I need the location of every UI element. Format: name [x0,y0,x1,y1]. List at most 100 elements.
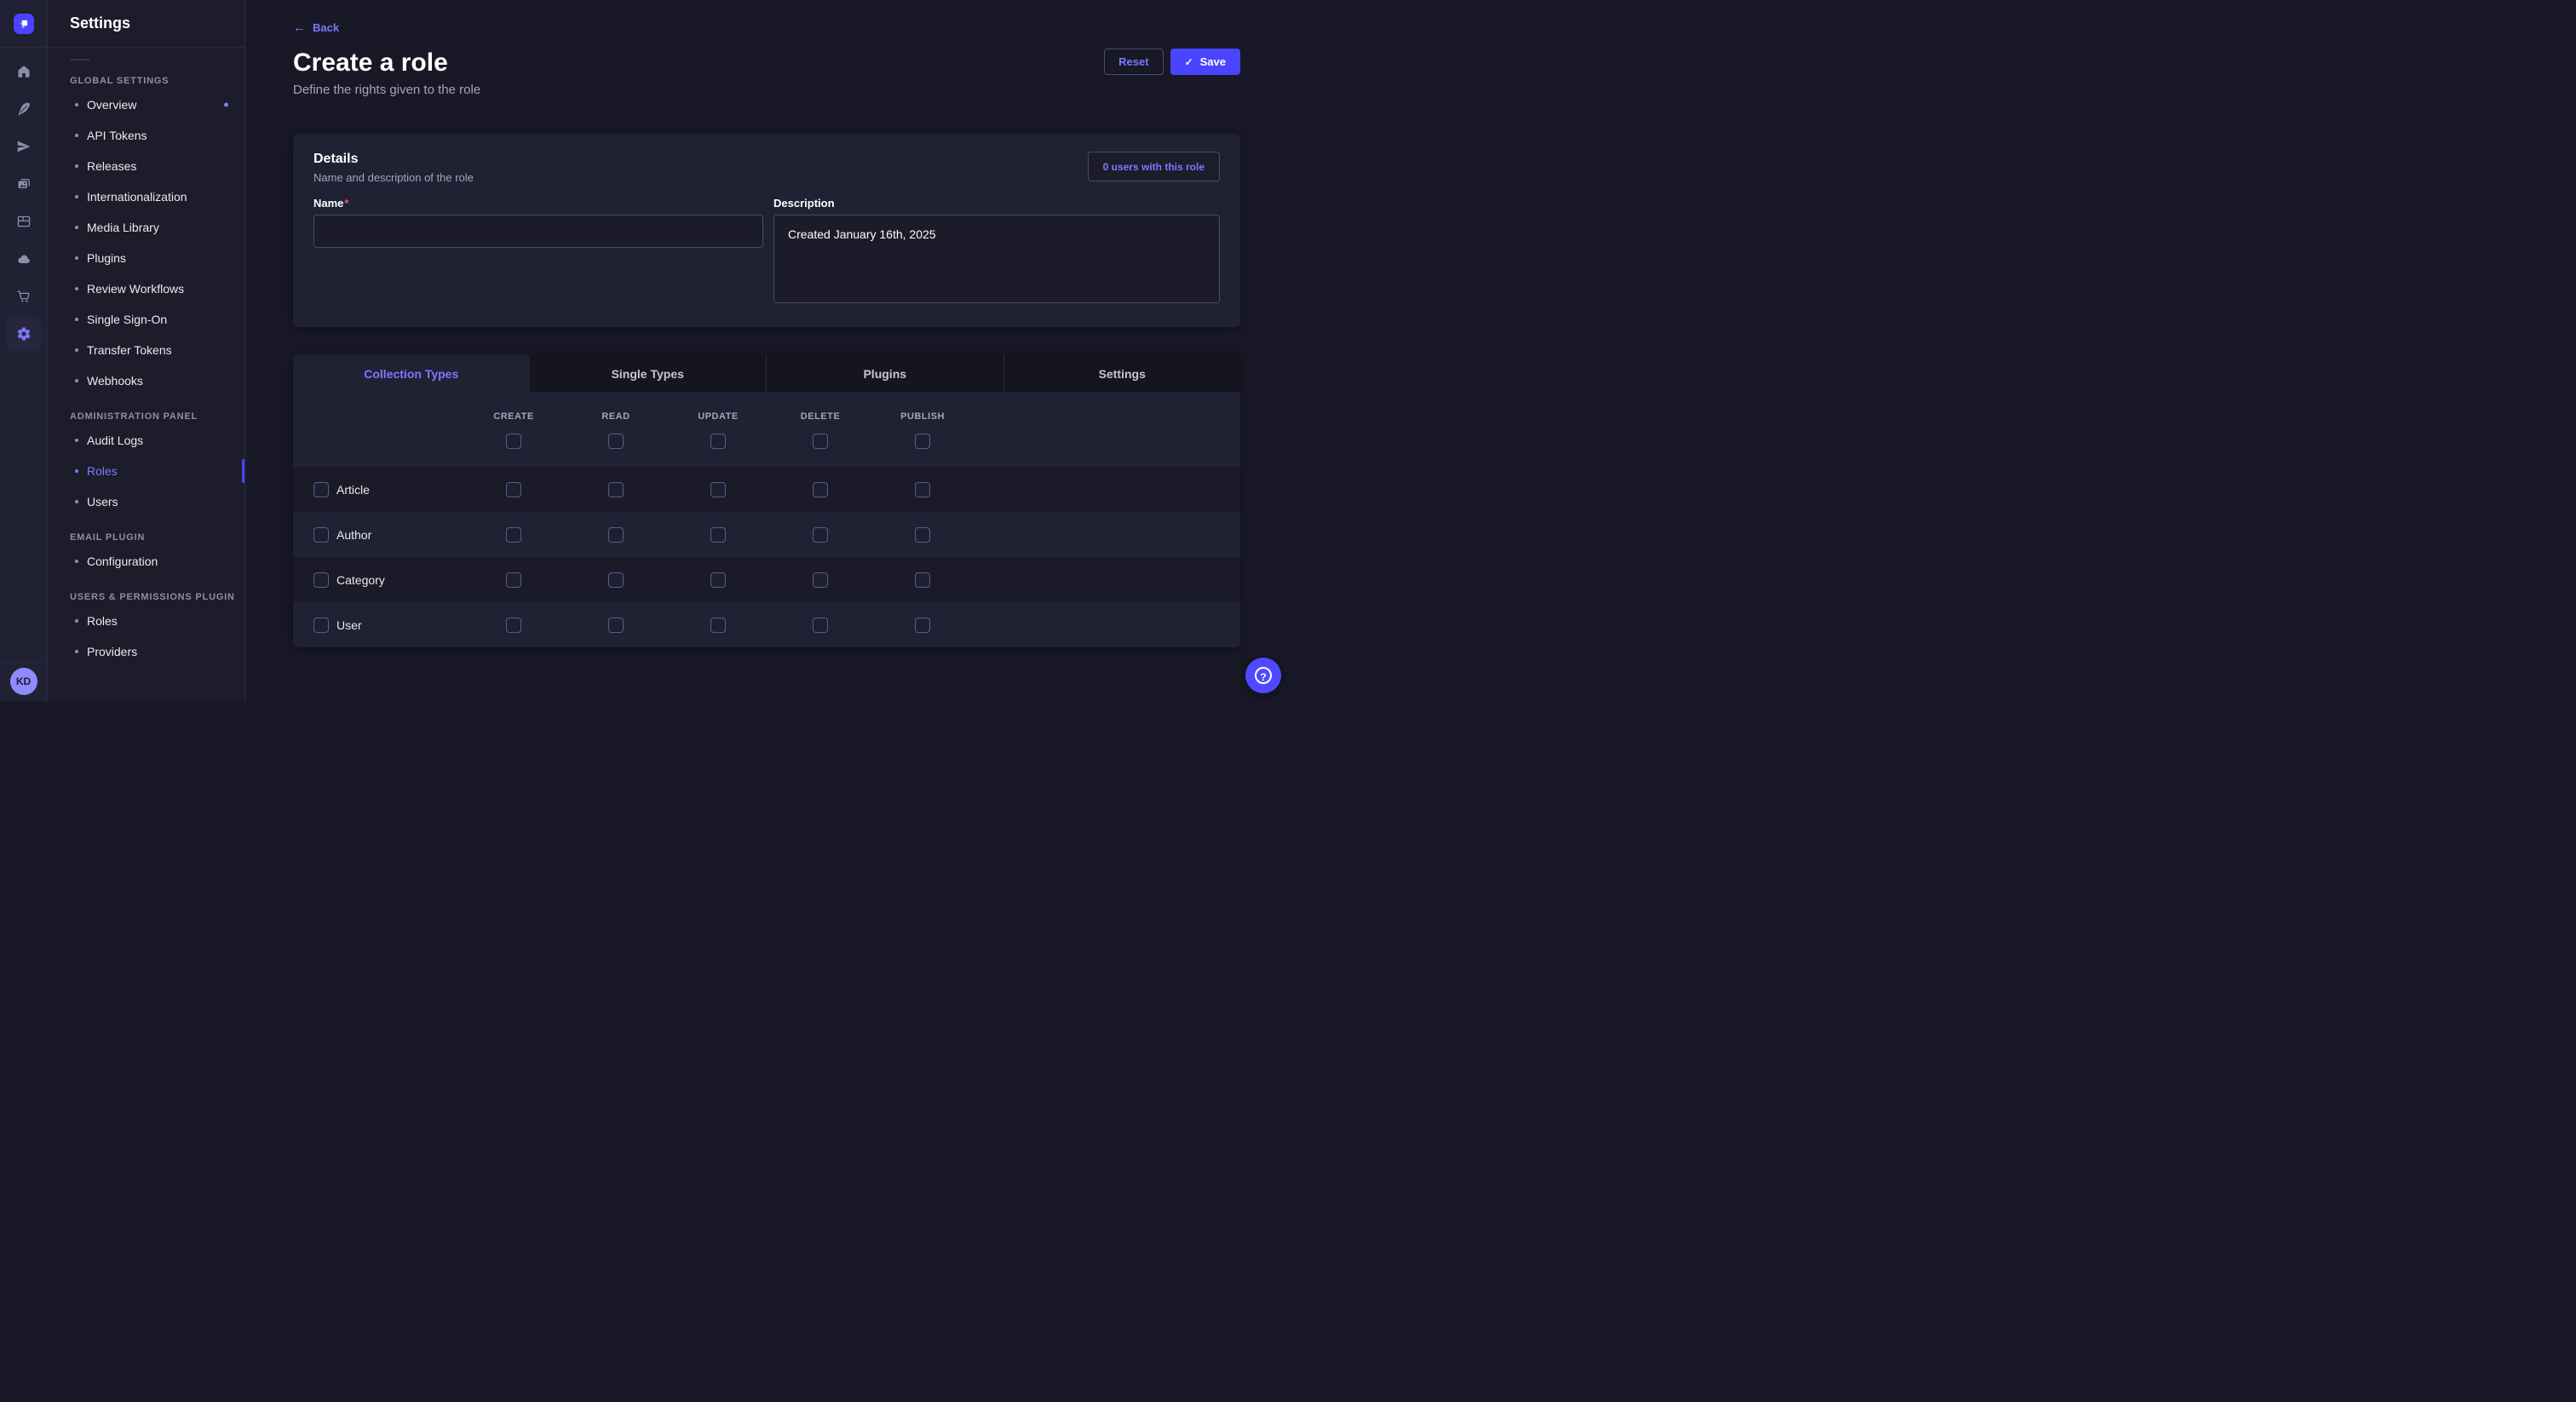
tab-settings[interactable]: Settings [1003,354,1241,394]
checkbox-category-delete[interactable] [813,572,828,588]
checkbox-user-update[interactable] [710,618,726,633]
checkbox-article-read[interactable] [608,482,624,497]
checkbox-author-update[interactable] [710,527,726,543]
table-row-author: Author [293,512,1240,557]
subnav-item-configuration[interactable]: Configuration [48,546,244,577]
checkbox-select-all-read[interactable] [608,434,624,449]
row-label: Article [336,483,370,497]
checkbox-article-create[interactable] [506,482,521,497]
subnav-item-label: Configuration [87,554,158,568]
subnav-item-single-sign-on[interactable]: Single Sign-On [48,304,244,335]
subnav-item-users[interactable]: Users [48,486,244,517]
images-icon [16,176,32,192]
bullet-icon [75,439,78,442]
checkbox-author-read[interactable] [608,527,624,543]
checkbox-category-publish[interactable] [915,572,930,588]
rail-icon-list [7,48,41,351]
details-subtitle: Name and description of the role [313,171,474,184]
subnav-item-plugins[interactable]: Plugins [48,243,244,273]
subnav-item-label: Users [87,495,118,509]
tab-collection-types[interactable]: Collection Types [293,354,530,394]
rail-item-layout[interactable] [7,204,41,238]
checkbox-select-all-create[interactable] [506,434,521,449]
save-button[interactable]: ✓ Save [1170,49,1240,75]
tab-plugins[interactable]: Plugins [766,354,1003,394]
subnav-item-label: API Tokens [87,129,147,142]
column-header-publish: PUBLISH [900,411,945,422]
tab-single-types[interactable]: Single Types [530,354,767,394]
subnav-header: Settings [48,0,244,48]
rail-item-images[interactable] [7,167,41,201]
feather-icon [16,101,32,117]
description-field-label: Description [773,197,1220,210]
users-with-role-button[interactable]: 0 users with this role [1088,152,1220,181]
column-header-create: CREATE [493,411,533,422]
rail-item-send[interactable] [7,129,41,164]
subnav-item-transfer-tokens[interactable]: Transfer Tokens [48,335,244,365]
subnav-item-roles[interactable]: Roles [48,606,244,636]
checkbox-article-delete[interactable] [813,482,828,497]
check-icon: ✓ [1185,56,1193,68]
header-toolbar: Reset ✓ Save [1104,49,1240,75]
checkbox-category-update[interactable] [710,572,726,588]
checkbox-article-update[interactable] [710,482,726,497]
checkbox-select-author[interactable] [313,527,329,543]
description-textarea[interactable]: Created January 16th, 2025 [773,215,1220,303]
subnav-item-label: Roles [87,464,118,478]
subnav-item-media-library[interactable]: Media Library [48,212,244,243]
cart-icon [16,289,32,304]
checkbox-user-publish[interactable] [915,618,930,633]
row-label: Category [336,573,385,587]
subnav-item-review-workflows[interactable]: Review Workflows [48,273,244,304]
back-arrow-icon: ← [293,21,306,34]
column-header-read: READ [601,411,630,422]
rail-item-feather[interactable] [7,92,41,126]
checkbox-user-delete[interactable] [813,618,828,633]
name-input[interactable] [313,215,763,248]
subnav-item-releases[interactable]: Releases [48,151,244,181]
subnav-item-label: Internationalization [87,190,187,204]
checkbox-category-create[interactable] [506,572,521,588]
back-link[interactable]: ← Back [293,21,339,34]
subnav-item-label: Audit Logs [87,434,143,447]
subnav-item-roles[interactable]: Roles [48,456,244,486]
layout-icon [16,214,32,229]
checkbox-author-create[interactable] [506,527,521,543]
subnav-item-providers[interactable]: Providers [48,636,244,667]
subnav-item-overview[interactable]: Overview [48,89,244,120]
subnav-item-api-tokens[interactable]: API Tokens [48,120,244,151]
checkbox-select-user[interactable] [313,618,329,633]
rail-item-cart[interactable] [7,279,41,313]
checkbox-article-publish[interactable] [915,482,930,497]
checkbox-select-category[interactable] [313,572,329,588]
page-title: Create a role [293,49,1240,78]
avatar[interactable]: KD [10,668,37,695]
rail-item-gear[interactable] [7,317,41,351]
checkbox-user-read[interactable] [608,618,624,633]
row-label: User [336,618,362,632]
bullet-icon [75,469,78,473]
checkbox-select-all-publish[interactable] [915,434,930,449]
subnav-item-audit-logs[interactable]: Audit Logs [48,425,244,456]
required-asterisk: * [344,197,348,210]
rail-item-cloud[interactable] [7,242,41,276]
strapi-logo-icon[interactable] [14,14,34,34]
subnav-item-internationalization[interactable]: Internationalization [48,181,244,212]
bullet-icon [75,226,78,229]
help-button[interactable]: ? [1245,658,1281,693]
save-label: Save [1200,55,1226,68]
checkbox-select-article[interactable] [313,482,329,497]
checkbox-author-delete[interactable] [813,527,828,543]
subnav-item-webhooks[interactable]: Webhooks [48,365,244,396]
checkbox-author-publish[interactable] [915,527,930,543]
rail-item-home[interactable] [7,55,41,89]
checkbox-category-read[interactable] [608,572,624,588]
checkbox-select-all-update[interactable] [710,434,726,449]
checkbox-user-create[interactable] [506,618,521,633]
subnav-item-label: Releases [87,159,136,173]
bullet-icon [75,619,78,623]
details-card: Details Name and description of the role… [293,134,1240,327]
checkbox-select-all-delete[interactable] [813,434,828,449]
reset-button[interactable]: Reset [1104,49,1163,75]
details-title: Details [313,152,474,167]
